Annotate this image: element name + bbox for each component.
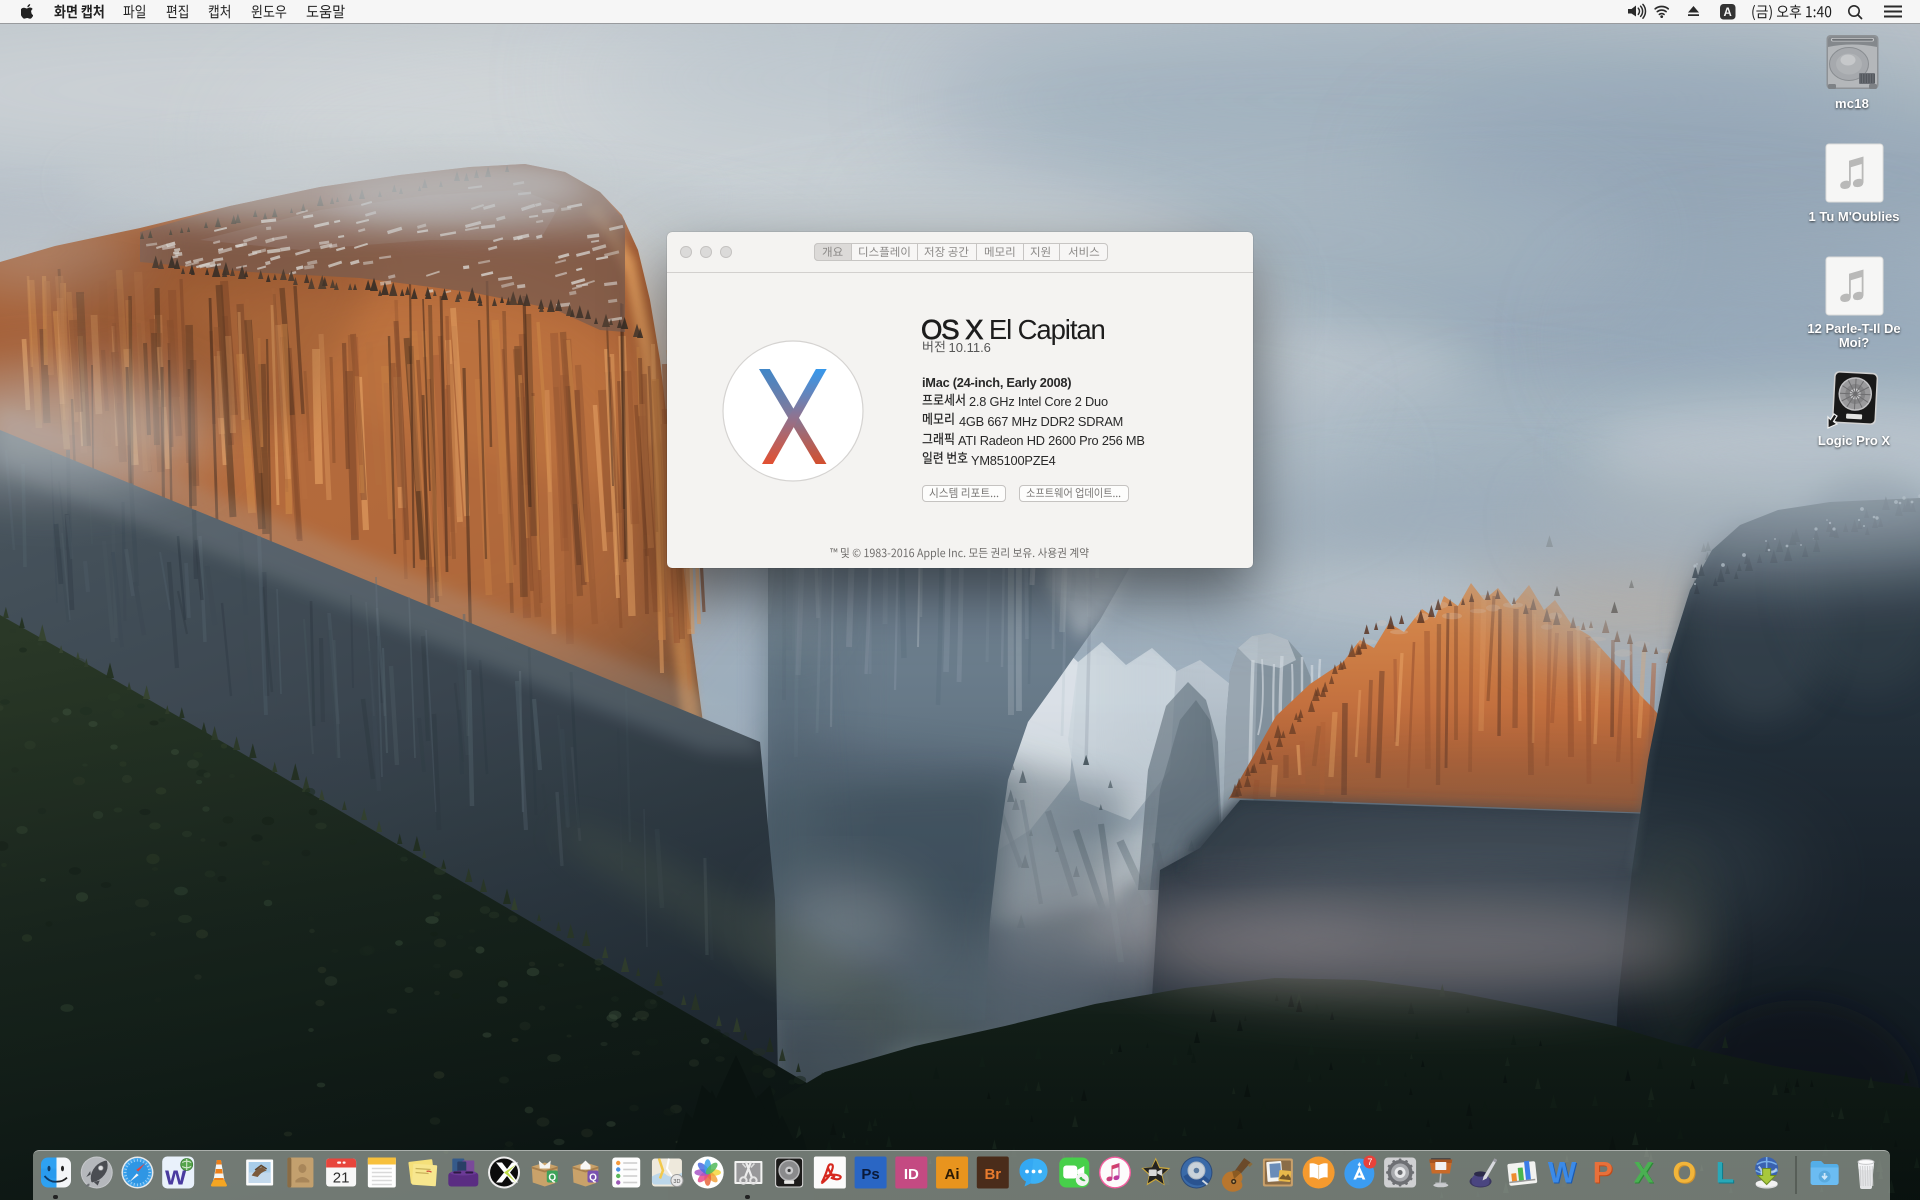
svg-text:Br: Br [984, 1166, 1001, 1183]
svg-text:Ai: Ai [945, 1166, 960, 1183]
svg-text:W: W [1548, 1157, 1577, 1190]
svg-text:O: O [1673, 1157, 1696, 1190]
svg-text:7: 7 [1367, 1157, 1372, 1167]
svg-text:L: L [1716, 1157, 1734, 1190]
svg-text:X: X [1633, 1157, 1653, 1190]
svg-text:Q: Q [589, 1173, 597, 1184]
svg-text:Ps: Ps [861, 1166, 879, 1183]
svg-text:21: 21 [333, 1170, 350, 1187]
svg-text:P: P [1593, 1157, 1613, 1190]
svg-text:Q: Q [548, 1173, 556, 1184]
svg-text:ID: ID [904, 1166, 919, 1183]
svg-text:A: A [1724, 7, 1732, 19]
svg-text:3D: 3D [673, 1179, 680, 1185]
